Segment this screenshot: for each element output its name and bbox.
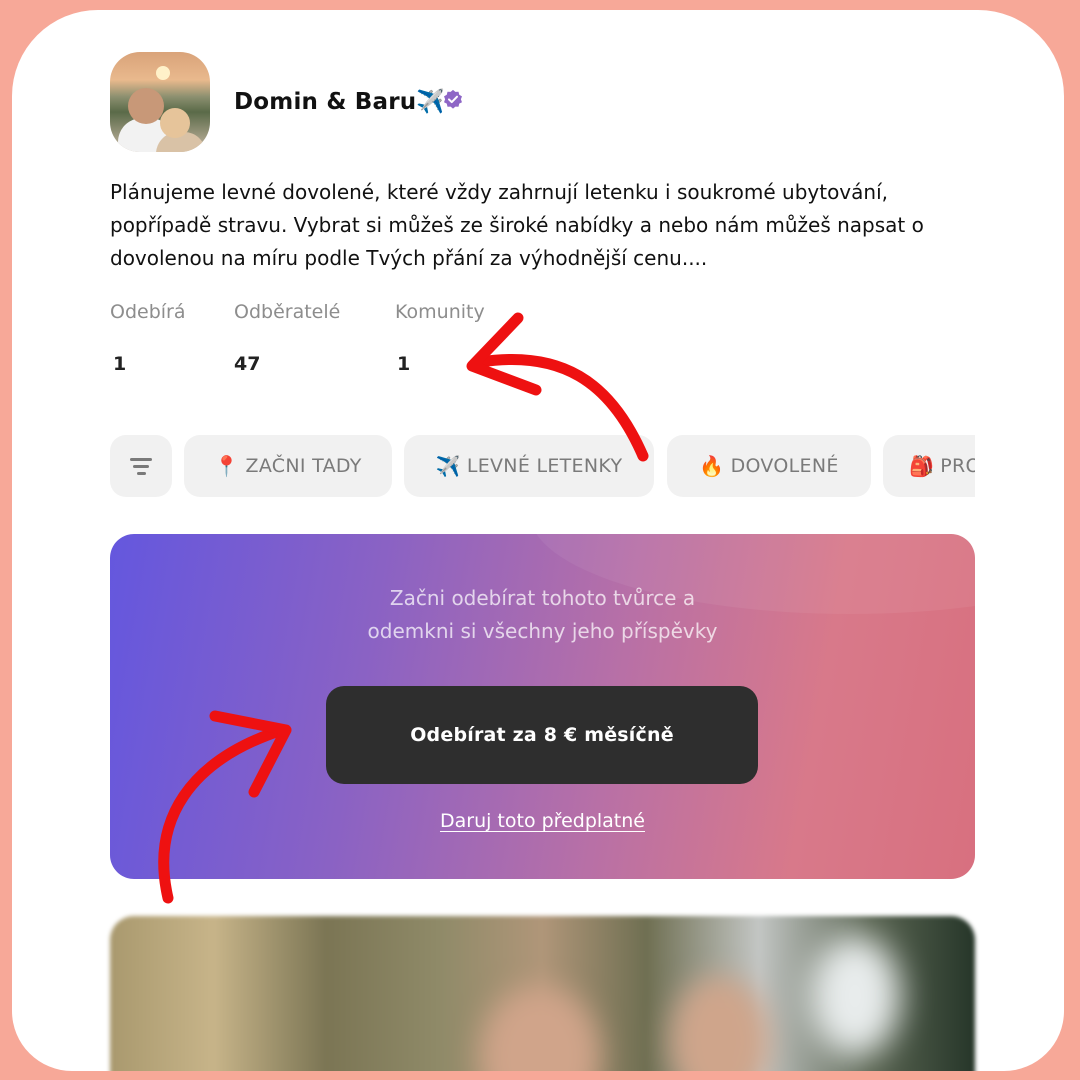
profile-card: Domin & Baru✈️ Plánujeme levné dovolené,… [12,10,1064,1071]
chip-label: LEVNÉ LETENKY [466,455,623,477]
chip-dovolene[interactable]: 🔥 DOVOLENÉ [667,435,871,497]
stat-label-followers: Odběratelé [234,301,341,323]
profile-name: Domin & Baru✈️ [234,89,446,115]
chip-label: DOVOLENÉ [730,455,839,477]
chip-zacni-tady[interactable]: 📍 ZAČNI TADY [184,435,392,497]
avatar[interactable] [110,52,210,152]
stat-value-following[interactable]: 1 [113,353,126,375]
chip-levne-letenky[interactable]: ✈️ LEVNÉ LETENKY [404,435,654,497]
verified-badge-icon [444,89,462,109]
stat-label-communities: Komunity [395,301,485,323]
subscribe-promo: Začni odebírat tohoto tvůrce a odemkni s… [110,534,975,879]
profile-bio: Plánujeme levné dovolené, které vždy zah… [110,180,924,270]
chip-label: ZAČNI TADY [245,455,362,477]
stat-value-communities[interactable]: 1 [397,353,410,375]
pin-icon: 📍 [214,454,240,478]
filter-button[interactable] [110,435,172,497]
subscribe-button[interactable]: Odebírat za 8 € měsíčně [326,686,758,784]
promo-line-1: Začni odebírat tohoto tvůrce a [389,586,696,610]
promo-text: Začni odebírat tohoto tvůrce a odemkni s… [110,582,975,648]
stat-value-followers[interactable]: 47 [234,353,260,375]
promo-line-2: odemkni si všechny jeho příspěvky [367,619,718,643]
category-chips: 📍 ZAČNI TADY ✈️ LEVNÉ LETENKY 🔥 DOVOLENÉ… [110,435,975,497]
gift-subscription-link[interactable]: Daruj toto předplatné [110,810,975,832]
backpack-icon: 🎒 [909,454,935,478]
post-image[interactable] [110,916,975,1071]
fire-icon: 🔥 [699,454,725,478]
chip-label: PRO [940,455,975,477]
stat-label-following: Odebírá [110,301,186,323]
filter-icon [130,457,152,475]
airplane-icon: ✈️ [435,454,461,478]
chip-pro[interactable]: 🎒 PRO [883,435,975,497]
